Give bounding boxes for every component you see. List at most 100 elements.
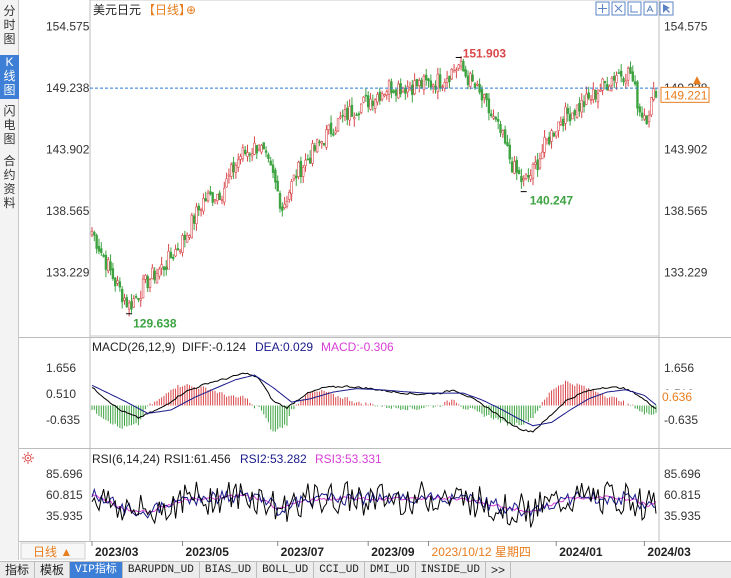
price-annotations: 151.903 129.638 140.247 <box>126 46 573 331</box>
candle-body <box>350 104 354 117</box>
candle-body <box>589 99 593 102</box>
macd-tick-left: -0.635 <box>46 413 80 427</box>
side-tab-flash[interactable]: 闪电图 <box>0 104 19 148</box>
chart-area[interactable]: 美元日元 【日线】 ⊕ 154.575154.575149.238149.238… <box>19 0 731 561</box>
rsi3-label: RSI3:53.331 <box>315 452 382 466</box>
rsi1-label: RSI1:61.456 <box>164 452 231 466</box>
candle-body <box>606 84 609 90</box>
candle-body <box>452 70 456 73</box>
candle-body <box>216 193 219 202</box>
mode-icon[interactable] <box>643 1 658 16</box>
bar-style-icon[interactable] <box>627 1 642 16</box>
pointer-icon[interactable] <box>659 1 674 16</box>
candle-body <box>404 87 407 94</box>
candle-body <box>148 279 152 288</box>
candle-body <box>373 99 377 109</box>
side-tab-timeshare[interactable]: 分时图 <box>0 4 19 48</box>
candle-body <box>420 79 423 88</box>
candle-body <box>501 130 505 135</box>
candle-body <box>617 72 621 74</box>
candle-body <box>339 116 342 119</box>
macd-dea-line <box>91 374 657 427</box>
candle-body <box>473 83 477 89</box>
candle-body <box>260 145 263 153</box>
price-tick-right: 138.565 <box>664 204 708 218</box>
indicator-tab[interactable]: 指标 <box>0 562 36 578</box>
candle-body <box>311 143 314 164</box>
candle-body <box>188 235 191 238</box>
price-tick-right: 133.229 <box>664 265 708 279</box>
candle-body <box>647 114 651 123</box>
candle-body <box>141 278 145 299</box>
candle-body <box>485 93 488 101</box>
candle-body <box>392 90 395 93</box>
candle-body <box>283 203 286 208</box>
candle-body <box>462 60 465 72</box>
period-button[interactable]: 日线 ▲ <box>20 542 86 560</box>
indicator-tab[interactable]: CCI_UD <box>314 562 365 578</box>
candle-body <box>306 158 310 161</box>
price-tick-right: 154.575 <box>664 20 708 34</box>
candle-body <box>125 297 129 308</box>
indicator-tab[interactable]: >> <box>486 562 511 578</box>
crosshair-icon[interactable] <box>595 1 610 16</box>
candle-body <box>262 142 265 150</box>
candle-body <box>538 158 542 169</box>
candle-body <box>183 234 187 241</box>
candle-body <box>594 89 597 100</box>
macd-diff-line <box>91 372 657 433</box>
candle-body <box>387 80 391 95</box>
candle-body <box>643 115 646 120</box>
rsi-title: RSI(6,14,24) <box>92 452 160 466</box>
candle-body <box>167 250 170 270</box>
candle-body <box>271 164 275 173</box>
candle-body <box>209 191 212 195</box>
indicator-tab[interactable]: BOLL_UD <box>257 562 315 578</box>
low-annotation: 129.638 <box>133 317 177 331</box>
indicator-tab[interactable]: BIAS_UD <box>200 562 258 578</box>
time-label: 2024/03 <box>647 545 691 559</box>
candle-body <box>496 118 500 122</box>
candle-body <box>158 268 161 277</box>
candle-body <box>487 98 491 114</box>
indicator-tab[interactable]: 模板 <box>35 562 71 578</box>
macd-value-label: MACD:-0.306 <box>321 340 394 354</box>
candle-body <box>622 78 625 83</box>
side-tab-contract-info[interactable]: 合约资料 <box>0 154 19 212</box>
candle-body <box>413 80 416 95</box>
candle-body <box>645 115 648 124</box>
expand-icon[interactable] <box>611 1 626 16</box>
add-indicator-icon[interactable]: ⊕ <box>186 3 196 17</box>
candle-body <box>107 259 110 272</box>
candle-body <box>234 165 238 173</box>
candle-body <box>192 215 196 224</box>
candle-body <box>394 89 398 96</box>
candle-body <box>399 83 402 95</box>
candle-body <box>624 80 628 84</box>
price-tick-left: 133.229 <box>46 265 90 279</box>
candle-body <box>220 199 224 201</box>
macd-tick-right: 1.656 <box>664 361 694 375</box>
candle-body <box>480 89 484 101</box>
rsi1-line <box>91 480 657 528</box>
indicator-tab[interactable]: DMI_UD <box>365 562 416 578</box>
indicator-tab[interactable]: INSIDE_UD <box>416 562 486 578</box>
side-tab-kline[interactable]: K线图 <box>0 55 19 99</box>
rsi-settings-icon[interactable] <box>22 452 34 464</box>
candle-body <box>534 162 537 165</box>
candle-body <box>561 118 565 127</box>
candle-body <box>269 160 272 166</box>
candle-body <box>353 117 356 120</box>
indicator-tab[interactable]: BARUPDN_UD <box>123 562 200 578</box>
indicator-tab[interactable]: VIP指标 <box>70 562 123 578</box>
candle-body <box>568 113 572 122</box>
candle-body <box>592 89 595 100</box>
candle-body <box>172 256 175 259</box>
candle-body <box>425 74 428 81</box>
candle-body <box>613 76 616 81</box>
candle-body <box>267 154 270 159</box>
candle-body <box>610 77 614 86</box>
period-button-label[interactable]: 日线 ▲ <box>33 545 72 559</box>
candle-body <box>264 150 268 153</box>
candle-body <box>520 175 523 183</box>
